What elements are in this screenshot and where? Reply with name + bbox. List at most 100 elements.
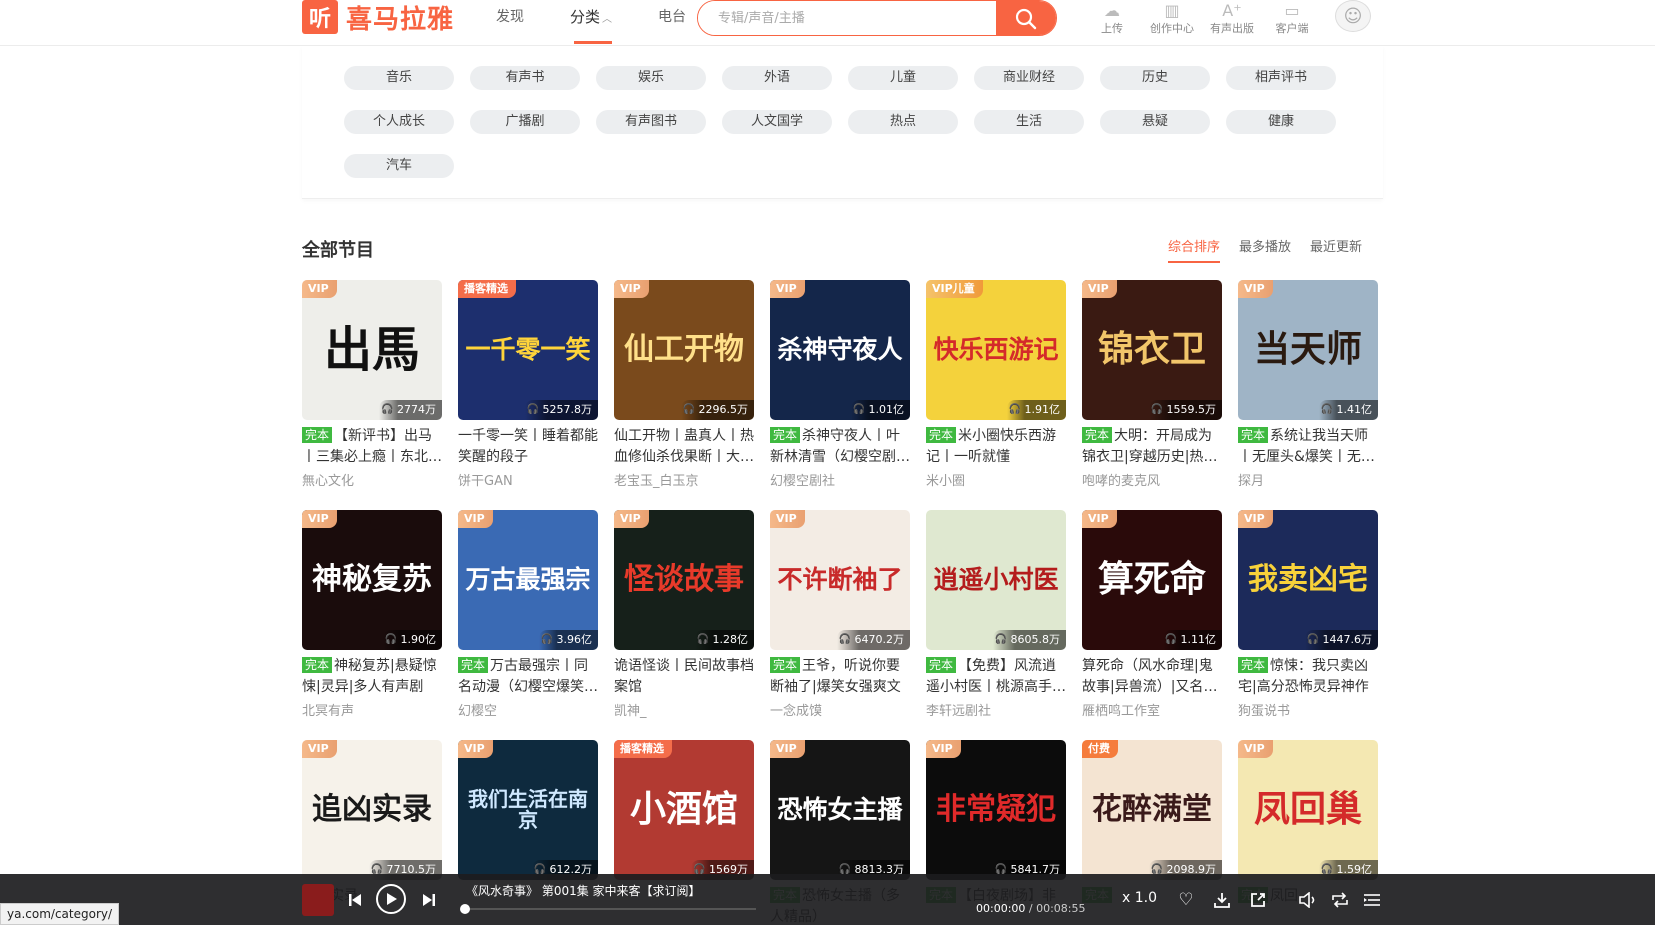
- progress-handle[interactable]: [460, 904, 470, 914]
- category-pill[interactable]: 有声书: [470, 66, 580, 90]
- album-author[interactable]: 老宝玉_白玉京: [614, 470, 754, 489]
- album-cover[interactable]: 万古最强宗 VIP 3.96亿: [458, 510, 598, 650]
- album-author[interactable]: 李轩远剧社: [926, 700, 1066, 719]
- album-cover[interactable]: 非常疑犯VIP5841.7万: [926, 740, 1066, 880]
- tool-creator[interactable]: ▥ 创作中心: [1142, 0, 1202, 36]
- album-card[interactable]: 不许断袖了 VIP 6470.2万完本王爷，听说你要断袖了|爆笑女强爽文一念成馍: [770, 510, 910, 719]
- album-card[interactable]: 快乐西游记 VIP儿童 1.91亿完本米小圈快乐西游记丨一听就懂米小圈: [926, 280, 1066, 489]
- album-cover[interactable]: 算死命 VIP 1.11亿: [1082, 510, 1222, 650]
- category-pill[interactable]: 历史: [1100, 66, 1210, 90]
- category-pill[interactable]: 相声评书: [1226, 66, 1336, 90]
- category-pill[interactable]: 商业财经: [974, 66, 1084, 90]
- album-cover[interactable]: 仙工开物 VIP 2296.5万: [614, 280, 754, 420]
- album-card[interactable]: 逍遥小村医 8605.8万完本【免费】风流逍遥小村医丨桃源高手丨乡村李轩远剧社: [926, 510, 1066, 719]
- album-title[interactable]: 完本【免费】风流逍遥小村医丨桃源高手丨乡村: [926, 656, 1066, 698]
- category-pill[interactable]: 有声图书: [596, 110, 706, 134]
- album-title[interactable]: 完本 惊悚：我只卖凶宅|高分恐怖灵异神作: [1238, 656, 1378, 698]
- category-pill[interactable]: 生活: [974, 110, 1084, 134]
- player-cover[interactable]: [302, 884, 334, 916]
- album-title[interactable]: 一千零一笑丨睡着都能笑醒的段子: [458, 426, 598, 468]
- album-cover[interactable]: 杀神守夜人 VIP 1.01亿: [770, 280, 910, 420]
- album-author[interactable]: 狗蛋说书: [1238, 700, 1378, 719]
- tool-client[interactable]: ▭ 客户端: [1262, 0, 1322, 36]
- nav-radio[interactable]: 电台: [658, 0, 686, 36]
- album-card[interactable]: 神秘复苏 VIP 1.90亿完本神秘复苏|悬疑惊悚|灵异|多人有声剧北冥有声: [302, 510, 442, 719]
- category-pill[interactable]: 热点: [848, 110, 958, 134]
- category-pill[interactable]: 个人成长: [344, 110, 454, 134]
- album-card[interactable]: 锦衣卫 VIP 1559.5万完本大明：开局成为锦衣卫|穿越历史|热血爽文咆哮的麦克…: [1082, 280, 1222, 489]
- album-cover[interactable]: 小酒馆播客精选1569万: [614, 740, 754, 880]
- album-card[interactable]: 杀神守夜人 VIP 1.01亿完本杀神守夜人丨叶新林清雪（幻樱空剧社） 幻樱空剧社: [770, 280, 910, 489]
- album-title[interactable]: 完本大明：开局成为锦衣卫|穿越历史|热血爽文: [1082, 426, 1222, 468]
- nav-discover[interactable]: 发现: [496, 0, 524, 36]
- album-author[interactable]: 無心文化: [302, 470, 442, 489]
- album-cover[interactable]: 凤回巢VIP1.59亿: [1238, 740, 1378, 880]
- album-card[interactable]: 出馬 VIP 2774万完本【新评书】出马丨三集必上瘾丨东北出马仙無心文化: [302, 280, 442, 489]
- volume-icon[interactable]: [1298, 890, 1318, 910]
- album-author[interactable]: 饼干GAN: [458, 470, 598, 489]
- album-title[interactable]: 仙工开物丨蛊真人丨热血修仙杀伐果断丨大男主: [614, 426, 754, 468]
- album-card[interactable]: 仙工开物 VIP 2296.5万仙工开物丨蛊真人丨热血修仙杀伐果断丨大男主老宝玉_白…: [614, 280, 754, 489]
- album-cover[interactable]: 不许断袖了 VIP 6470.2万: [770, 510, 910, 650]
- album-title[interactable]: 完本 神秘复苏|悬疑惊悚|灵异|多人有声剧: [302, 656, 442, 698]
- album-cover[interactable]: 追凶实录VIP7710.5万: [302, 740, 442, 880]
- album-author[interactable]: 米小圈: [926, 470, 1066, 489]
- album-title[interactable]: 完本杀神守夜人丨叶新林清雪（幻樱空剧社）: [770, 426, 910, 468]
- category-pill[interactable]: 儿童: [848, 66, 958, 90]
- album-title[interactable]: 算死命（风水命理|鬼故事|异兽流）|又名：阴阳: [1082, 656, 1222, 698]
- album-author[interactable]: 凯神_: [614, 700, 754, 719]
- album-card[interactable]: 怪谈故事 VIP 1.28亿诡语怪谈丨民间故事档案馆凯神_: [614, 510, 754, 719]
- album-author[interactable]: 幻樱空剧社: [770, 470, 910, 489]
- album-title[interactable]: 完本【新评书】出马丨三集必上瘾丨东北出马仙: [302, 426, 442, 468]
- album-cover[interactable]: 逍遥小村医 8605.8万: [926, 510, 1066, 650]
- album-cover[interactable]: 花醉满堂付费2098.9万: [1082, 740, 1222, 880]
- tool-upload[interactable]: ☁ 上传: [1082, 0, 1142, 36]
- album-cover[interactable]: 当天师 VIP 1.41亿: [1238, 280, 1378, 420]
- play-button[interactable]: [376, 884, 406, 914]
- album-author[interactable]: 北冥有声: [302, 700, 442, 719]
- album-card[interactable]: 当天师 VIP 1.41亿完本系统让我当天师丨无厘头&爆笑丨无敌流探月: [1238, 280, 1378, 489]
- category-pill[interactable]: 汽车: [344, 154, 454, 178]
- category-pill[interactable]: 健康: [1226, 110, 1336, 134]
- tool-publish[interactable]: A⁺ 有声出版: [1202, 0, 1262, 36]
- album-title[interactable]: 完本 王爷，听说你要断袖了|爆笑女强爽文: [770, 656, 910, 698]
- album-cover[interactable]: 快乐西游记 VIP儿童 1.91亿: [926, 280, 1066, 420]
- album-cover[interactable]: 出馬 VIP 2774万: [302, 280, 442, 420]
- prev-icon[interactable]: [346, 890, 364, 910]
- nav-category[interactable]: 分类 ︿: [570, 0, 613, 44]
- sort-comprehensive[interactable]: 综合排序: [1168, 236, 1221, 263]
- album-cover[interactable]: 锦衣卫 VIP 1559.5万: [1082, 280, 1222, 420]
- category-pill[interactable]: 外语: [722, 66, 832, 90]
- speed-button[interactable]: x 1.0: [1122, 890, 1157, 906]
- sort-most-played[interactable]: 最多播放: [1239, 236, 1291, 263]
- avatar[interactable]: ☺: [1335, 0, 1371, 32]
- loop-icon[interactable]: [1330, 890, 1350, 910]
- category-pill[interactable]: 音乐: [344, 66, 454, 90]
- album-title[interactable]: 完本 米小圈快乐西游记丨一听就懂: [926, 426, 1066, 468]
- heart-icon[interactable]: ♡: [1176, 890, 1196, 910]
- album-cover[interactable]: 恐怖女主播VIP8813.3万: [770, 740, 910, 880]
- search-button[interactable]: [996, 1, 1056, 35]
- category-pill[interactable]: 悬疑: [1100, 110, 1210, 134]
- album-cover[interactable]: 我卖凶宅 VIP 1447.6万: [1238, 510, 1378, 650]
- album-cover[interactable]: 神秘复苏 VIP 1.90亿: [302, 510, 442, 650]
- album-author[interactable]: 探月: [1238, 470, 1378, 489]
- album-cover[interactable]: 我们生活在南京VIP612.2万: [458, 740, 598, 880]
- album-author[interactable]: 咆哮的麦克风: [1082, 470, 1222, 489]
- category-pill[interactable]: 人文国学: [722, 110, 832, 134]
- album-card[interactable]: 算死命 VIP 1.11亿算死命（风水命理|鬼故事|异兽流）|又名：阴阳雁栖鸣工作室: [1082, 510, 1222, 719]
- sort-recent[interactable]: 最近更新: [1310, 236, 1362, 263]
- progress-bar[interactable]: [466, 908, 756, 910]
- search-input[interactable]: [698, 1, 996, 35]
- download-icon[interactable]: [1212, 890, 1232, 910]
- category-pill[interactable]: 娱乐: [596, 66, 706, 90]
- album-card[interactable]: 一千零一笑 播客精选 5257.8万一千零一笑丨睡着都能笑醒的段子饼干GAN: [458, 280, 598, 489]
- album-author[interactable]: 雁栖鸣工作室: [1082, 700, 1222, 719]
- album-author[interactable]: 幻樱空: [458, 700, 598, 719]
- album-card[interactable]: 我卖凶宅 VIP 1447.6万完本惊悚：我只卖凶宅|高分恐怖灵异神作狗蛋说书: [1238, 510, 1378, 719]
- next-icon[interactable]: [420, 890, 438, 910]
- share-icon[interactable]: [1248, 890, 1268, 910]
- album-title[interactable]: 完本万古最强宗丨同名动漫（幻樱空爆笑演播）: [458, 656, 598, 698]
- category-pill[interactable]: 广播剧: [470, 110, 580, 134]
- logo[interactable]: 听 喜马拉雅: [302, 0, 454, 35]
